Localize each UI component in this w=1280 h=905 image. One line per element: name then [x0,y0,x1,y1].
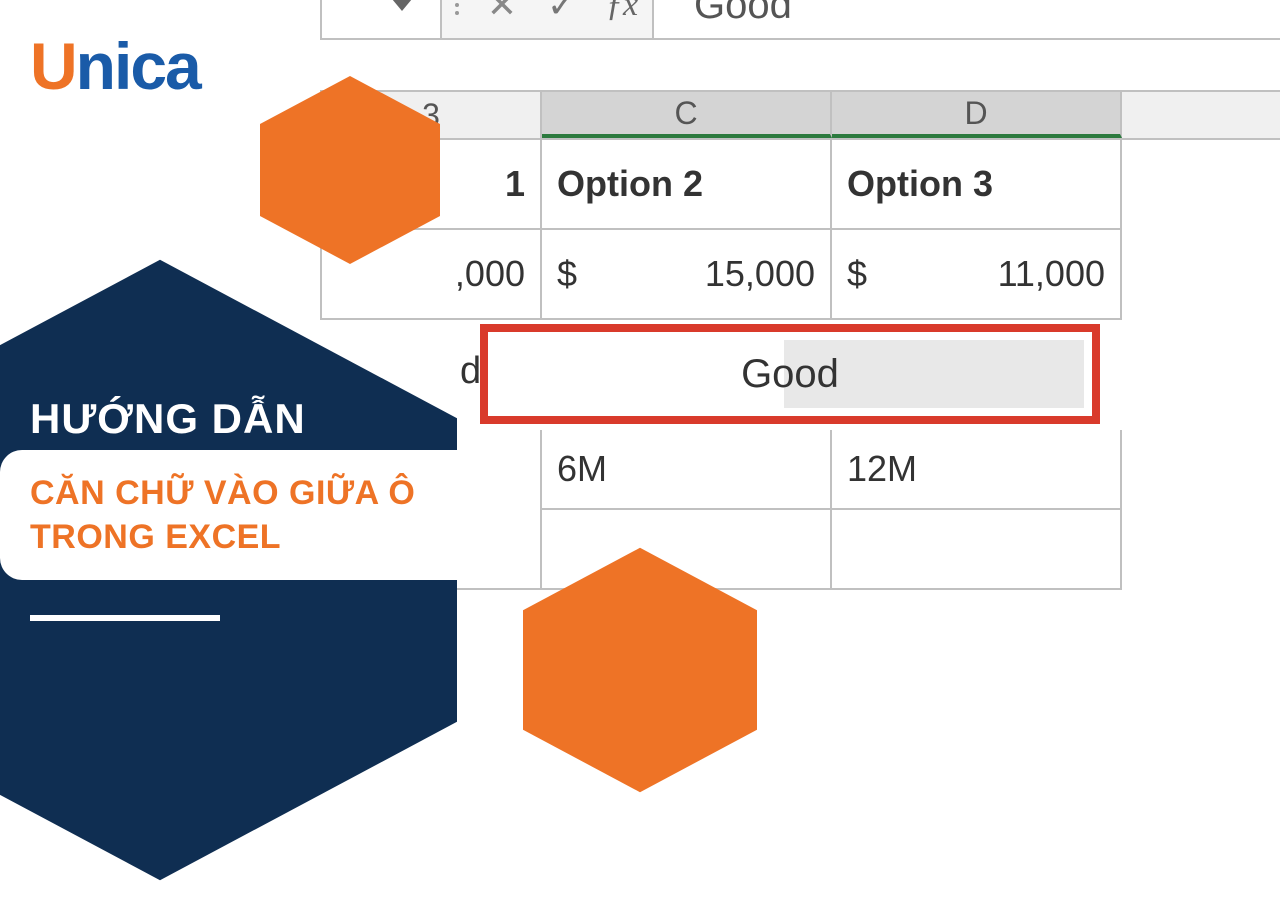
fx-icon[interactable]: ƒx [592,0,652,38]
selected-merged-cell[interactable]: Good [480,324,1100,424]
formula-input[interactable]: Good [652,0,1280,38]
enter-icon[interactable]: ✓ [532,0,592,38]
cell[interactable]: $15,000 [542,230,832,320]
title-pill: CĂN CHỮ VÀO GIỮA Ô TRONG EXCEL [0,450,540,580]
cell[interactable] [832,510,1122,590]
decorative-underline [30,615,220,621]
title-line2: CĂN CHỮ VÀO GIỮA Ô TRONG EXCEL [30,471,518,559]
col-header-c[interactable]: C [542,92,832,138]
name-box[interactable] [322,0,442,38]
separator [442,0,472,38]
title-line1: HƯỚNG DẪN [30,395,306,443]
cancel-icon[interactable]: ✕ [472,0,532,38]
cell[interactable]: 6M [542,430,832,510]
cell[interactable]: 12M [832,430,1122,510]
cell[interactable]: Option 3 [832,140,1122,230]
chevron-down-icon[interactable] [392,0,412,11]
cell[interactable]: Option 2 [542,140,832,230]
unica-logo: Unica [30,28,200,104]
merged-cell-value: Good [741,352,839,397]
formula-bar: ✕ ✓ ƒx Good [320,0,1280,40]
cell[interactable]: $11,000 [832,230,1122,320]
col-header-d[interactable]: D [832,92,1122,138]
